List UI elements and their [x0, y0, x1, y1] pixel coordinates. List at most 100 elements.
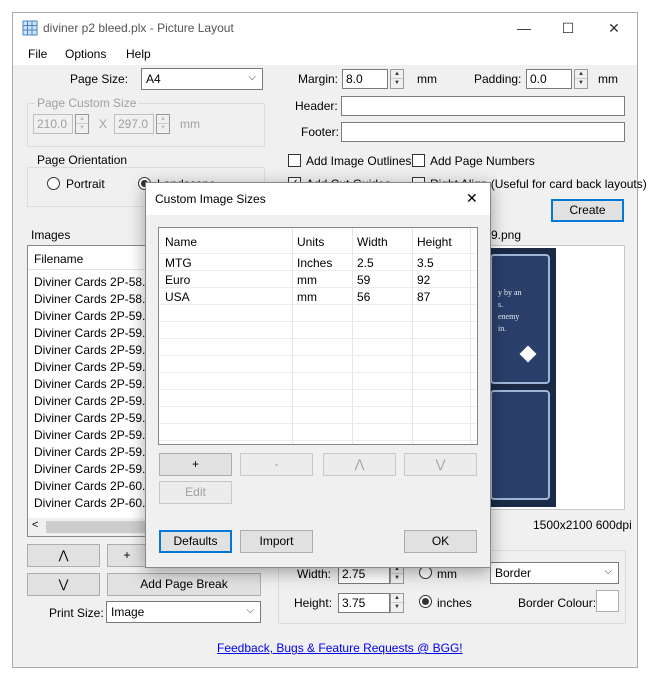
- border-colour-swatch[interactable]: [596, 590, 619, 612]
- grid-cell[interactable]: MTG: [165, 256, 192, 270]
- list-item[interactable]: Diviner Cards 2P-59...: [34, 445, 152, 459]
- list-item[interactable]: Diviner Cards 2P-59...: [34, 462, 152, 476]
- grid-cell[interactable]: 87: [417, 290, 430, 304]
- list-item[interactable]: Diviner Cards 2P-59...: [34, 343, 152, 357]
- portrait-label: Portrait: [66, 177, 105, 191]
- add-page-numbers-checkbox[interactable]: [412, 154, 425, 167]
- grid-row-line: [159, 287, 477, 288]
- print-size-select[interactable]: Image ⌵: [106, 601, 261, 623]
- grid-cell[interactable]: 56: [357, 290, 370, 304]
- height-input[interactable]: 3.75: [338, 593, 390, 613]
- list-item[interactable]: Diviner Cards 2P-59...: [34, 309, 152, 323]
- column-header[interactable]: Name: [165, 235, 197, 249]
- preview-filename: 9.png: [491, 228, 522, 242]
- grid-row-line: [159, 355, 477, 356]
- dialog-title: Custom Image Sizes: [155, 192, 266, 206]
- column-header[interactable]: Units: [297, 235, 324, 249]
- card-lower-panel: [490, 390, 550, 500]
- list-item[interactable]: Diviner Cards 2P-59...: [34, 326, 152, 340]
- filename-column-header[interactable]: Filename: [34, 252, 83, 266]
- grid-row-line: [159, 440, 477, 441]
- list-item[interactable]: Diviner Cards 2P-59...: [34, 360, 152, 374]
- maximize-icon[interactable]: ☐: [557, 17, 579, 39]
- add-page-break-button[interactable]: Add Page Break: [107, 573, 261, 596]
- print-size-value: Image: [111, 605, 145, 619]
- list-item[interactable]: Diviner Cards 2P-60...: [34, 479, 152, 493]
- card-text-line: enemy: [498, 312, 520, 321]
- grid-row-line: [159, 389, 477, 390]
- dialog-down-button[interactable]: ⋁: [404, 453, 477, 476]
- preview-resolution: 1500x2100 600dpi: [533, 518, 632, 532]
- chevron-up-icon: ⋀: [58, 548, 69, 562]
- scroll-left-icon[interactable]: <: [32, 519, 38, 531]
- page-size-value: A4: [146, 72, 161, 86]
- padding-spinner[interactable]: ▲ ▼: [574, 69, 588, 89]
- ok-button[interactable]: OK: [404, 530, 477, 553]
- card-text-line: y by an: [498, 288, 522, 297]
- list-item[interactable]: Diviner Cards 2P-59...: [34, 394, 152, 408]
- border-colour-label: Border Colour:: [518, 596, 597, 610]
- feedback-link[interactable]: Feedback, Bugs & Feature Requests @ BGG!: [217, 641, 463, 655]
- inches-label: inches: [437, 596, 472, 610]
- list-item[interactable]: Diviner Cards 2P-60...: [34, 496, 152, 510]
- dialog-up-button[interactable]: ⋀: [323, 453, 396, 476]
- page-size-select[interactable]: A4 ⌵: [141, 68, 263, 90]
- dialog-add-button[interactable]: +: [159, 453, 232, 476]
- dialog-edit-button[interactable]: Edit: [159, 481, 232, 504]
- custom-width-input[interactable]: 210.0: [33, 114, 73, 134]
- border-select[interactable]: Border ⌵: [490, 562, 619, 584]
- grid-cell[interactable]: Euro: [165, 273, 190, 287]
- add-image-button[interactable]: +: [107, 544, 147, 567]
- header-input[interactable]: [341, 96, 625, 116]
- margin-input[interactable]: 8.0: [342, 69, 388, 89]
- list-item[interactable]: Diviner Cards 2P-58...: [34, 292, 152, 306]
- grid-cell[interactable]: 92: [417, 273, 430, 287]
- page-orientation-label: Page Orientation: [35, 153, 130, 167]
- header-label: Header:: [295, 99, 338, 113]
- defaults-button[interactable]: Defaults: [159, 530, 232, 553]
- grid-cell[interactable]: 2.5: [357, 256, 374, 270]
- menu-help[interactable]: Help: [126, 47, 151, 61]
- custom-width-spinner[interactable]: ▲ ▼: [75, 114, 89, 134]
- grid-cell[interactable]: 59: [357, 273, 370, 287]
- menu-options[interactable]: Options: [65, 47, 106, 61]
- padding-input[interactable]: 0.0: [526, 69, 572, 89]
- add-image-outlines-checkbox[interactable]: [288, 154, 301, 167]
- grid-cell[interactable]: 3.5: [417, 256, 434, 270]
- list-item[interactable]: Diviner Cards 2P-59...: [34, 377, 152, 391]
- dialog-close-icon[interactable]: ✕: [466, 190, 478, 207]
- move-up-button[interactable]: ⋀: [27, 544, 100, 567]
- grid-row-line: [159, 321, 477, 322]
- page-custom-size-label: Page Custom Size: [35, 96, 139, 110]
- grid-row-line: [159, 270, 477, 271]
- margin-spinner[interactable]: ▲ ▼: [390, 69, 404, 89]
- column-header[interactable]: Height: [417, 235, 452, 249]
- list-item[interactable]: Diviner Cards 2P-58...: [34, 275, 152, 289]
- menu-file[interactable]: File: [28, 47, 47, 61]
- height-spinner[interactable]: ▲ ▼: [390, 593, 404, 613]
- card-text-line: in.: [498, 324, 507, 333]
- list-item[interactable]: Diviner Cards 2P-59...: [34, 428, 152, 442]
- portrait-radio[interactable]: [47, 177, 60, 190]
- minimize-icon[interactable]: —: [513, 17, 535, 39]
- inches-radio[interactable]: [419, 595, 432, 608]
- footer-input[interactable]: [341, 122, 625, 142]
- close-icon[interactable]: ✕: [603, 17, 625, 39]
- menu-bar: File Options Help: [13, 43, 637, 65]
- import-button[interactable]: Import: [240, 530, 313, 553]
- grid-cell[interactable]: USA: [165, 290, 190, 304]
- grid-col-divider: [292, 228, 293, 444]
- custom-height-spinner[interactable]: ▲ ▼: [156, 114, 170, 134]
- dialog-remove-button[interactable]: -: [240, 453, 313, 476]
- create-button[interactable]: Create: [551, 199, 624, 222]
- grid-cell[interactable]: Inches: [297, 256, 332, 270]
- list-item[interactable]: Diviner Cards 2P-59...: [34, 411, 152, 425]
- custom-height-input[interactable]: 297.0: [114, 114, 154, 134]
- grid-cell[interactable]: mm: [297, 290, 317, 304]
- chevron-down-icon: ⋁: [435, 457, 446, 471]
- sizes-grid[interactable]: Name Units Width Height MTG Inches 2.5 3.5 Euro m…: [158, 227, 478, 445]
- move-down-button[interactable]: ⋁: [27, 573, 100, 596]
- grid-cell[interactable]: mm: [297, 273, 317, 287]
- title-bar: diviner p2 bleed.plx - Picture Layout — …: [13, 13, 637, 43]
- column-header[interactable]: Width: [357, 235, 388, 249]
